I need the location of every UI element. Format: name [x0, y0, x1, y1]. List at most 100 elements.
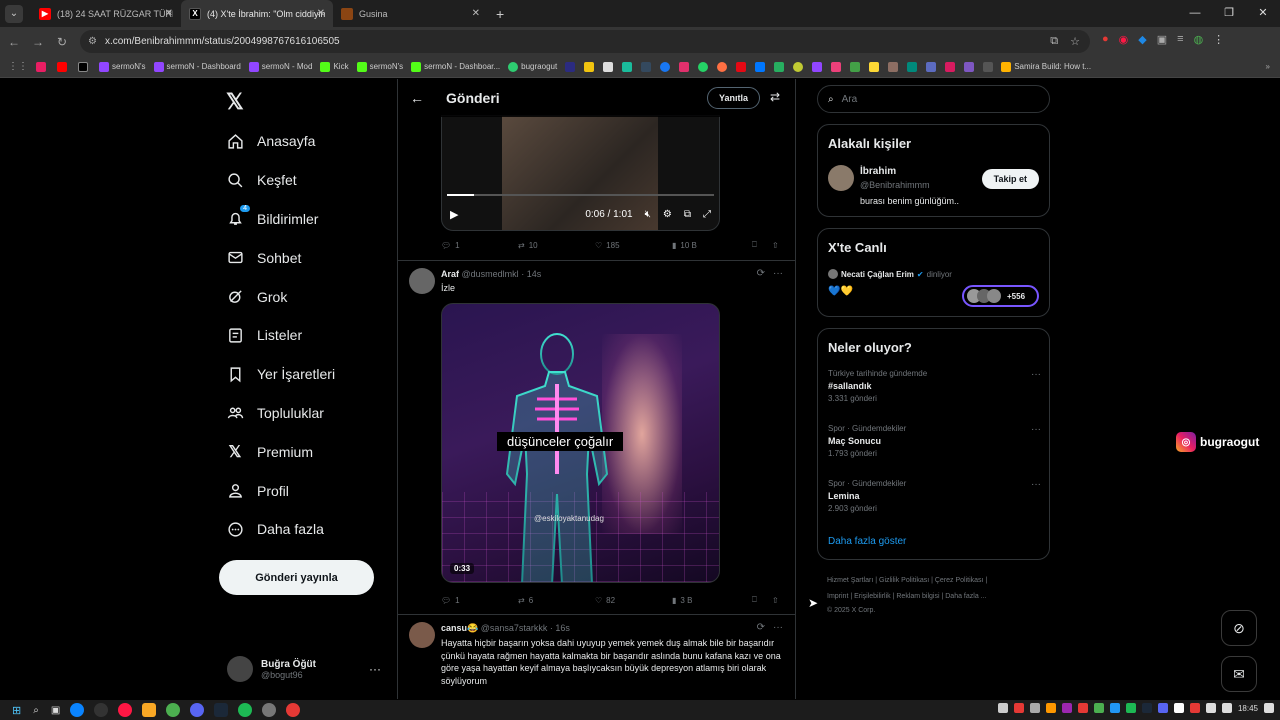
bookmark-item[interactable]: Samira Build: How t...	[1001, 61, 1091, 72]
headset-icon[interactable]	[997, 703, 1008, 713]
avatar[interactable]	[409, 622, 435, 648]
bookmark-icon[interactable]	[755, 61, 766, 72]
folder-icon[interactable]	[983, 61, 994, 72]
sidebar-item-communities[interactable]: Topluluklar	[226, 394, 335, 433]
close-icon[interactable]: ✕	[165, 8, 173, 19]
bookmark-icon[interactable]	[774, 61, 785, 72]
bookmark-icon[interactable]	[717, 61, 728, 72]
play-icon[interactable]: ▶	[450, 208, 458, 221]
media-icon[interactable]: ≡	[1177, 33, 1183, 46]
url-field[interactable]: ⚙ x.com/Benibrahimmm/status/200499876761…	[80, 30, 1090, 53]
volume-icon[interactable]	[1221, 703, 1232, 713]
bookmark-item[interactable]	[57, 61, 70, 72]
post[interactable]: cansu😂 @sansa7starkkk · 16s ⟳ ··· Hayatt…	[398, 615, 795, 699]
follow-button[interactable]: Takip et	[981, 169, 1039, 189]
bookmark-icon[interactable]	[812, 61, 823, 72]
bookmark-item[interactable]: sermoN's	[99, 61, 146, 72]
avatar[interactable]	[409, 268, 435, 294]
site-info-icon[interactable]: ⚙	[88, 36, 97, 47]
sidebar-item-explore[interactable]: Keşfet	[226, 161, 335, 200]
task-view-icon[interactable]: ▣	[51, 705, 60, 716]
browser-tab-x[interactable]: X (4) X'te İbrahim: "Olm ciddiyim ✕	[181, 0, 333, 27]
instagram-icon[interactable]	[679, 61, 690, 72]
tray-icon[interactable]	[1109, 703, 1120, 713]
bookmark-action[interactable]: ⎕	[752, 595, 772, 605]
video-player[interactable]: düşünceler çoğalır @eskiloyaktanudag 0:3…	[441, 303, 720, 583]
reply-action[interactable]: 💬︎ 1	[441, 241, 518, 250]
bookmark-item[interactable]: bugraogut	[508, 61, 557, 72]
more-options-icon[interactable]: ···	[773, 622, 783, 633]
back-arrow-icon[interactable]: ←	[410, 90, 424, 106]
bookmark-icon[interactable]	[831, 61, 842, 72]
grok-icon[interactable]: ⟳	[757, 622, 765, 633]
tray-icon[interactable]	[1013, 703, 1024, 713]
more-bookmarks-icon[interactable]: »	[1266, 62, 1270, 71]
bookmark-icon[interactable]	[907, 61, 918, 72]
grok-float-button[interactable]: ⊘	[1221, 610, 1257, 646]
apps-icon[interactable]: ⋮⋮	[8, 61, 28, 72]
bookmark-icon[interactable]	[793, 61, 804, 72]
grok-icon[interactable]: ⟳	[757, 268, 765, 279]
bookmark-icon[interactable]	[565, 61, 576, 72]
install-icon[interactable]: ⧉	[1050, 35, 1058, 48]
windows-start-icon[interactable]: ⊞	[12, 704, 21, 717]
pip-icon[interactable]: ⧉	[684, 209, 691, 220]
sidebar-item-grok[interactable]: Grok	[226, 277, 335, 316]
show-more-link[interactable]: Daha fazla göster	[828, 536, 906, 547]
views-action[interactable]: ▮ 10 B	[672, 241, 752, 250]
post-button[interactable]: Gönderi yayınla	[219, 560, 374, 595]
more-options-icon[interactable]: ···	[773, 268, 783, 279]
sidebar-item-bookmarks[interactable]: Yer İşaretleri	[226, 355, 335, 394]
related-user-name[interactable]: İbrahim	[860, 166, 896, 177]
whatsapp-icon[interactable]	[698, 61, 709, 72]
facebook-icon[interactable]	[660, 61, 671, 72]
author-handle[interactable]: @sansa7starkkk	[481, 623, 548, 633]
messages-float-button[interactable]: ✉	[1221, 656, 1257, 692]
tray-icon[interactable]	[1045, 703, 1056, 713]
puzzle-icon[interactable]: ▣	[1157, 33, 1167, 46]
bookmark-icon[interactable]	[888, 61, 899, 72]
tray-icon[interactable]	[1077, 703, 1088, 713]
sidebar-item-premium[interactable]: 𝕏 Premium	[226, 432, 335, 471]
sidebar-item-home[interactable]: Anasayfa	[226, 122, 335, 161]
close-window-button[interactable]: ✕	[1246, 0, 1280, 27]
views-action[interactable]: ▮ 3 B	[672, 596, 752, 605]
netflix-icon[interactable]	[736, 61, 747, 72]
sidebar-item-lists[interactable]: Listeler	[226, 316, 335, 355]
minimize-button[interactable]: —	[1178, 0, 1212, 27]
share-action[interactable]: ⇧	[772, 596, 779, 605]
spotify-icon[interactable]	[1125, 703, 1136, 713]
profile-icon[interactable]: ◍	[1194, 33, 1204, 46]
app-icon[interactable]	[94, 703, 109, 717]
opera-icon[interactable]: ◉	[1119, 33, 1129, 46]
star-icon[interactable]: ☆	[1070, 35, 1080, 48]
sidebar-item-more[interactable]: Daha fazla	[226, 510, 335, 549]
clock[interactable]: 18:45	[1238, 704, 1258, 713]
author-name[interactable]: cansu😂	[441, 623, 478, 633]
video-progress-bar[interactable]	[447, 194, 714, 196]
chrome-icon[interactable]	[166, 703, 181, 717]
tray-icon[interactable]	[1061, 703, 1072, 713]
x-logo-icon[interactable]: 𝕏	[226, 89, 244, 115]
video-player[interactable]: ▶ 0:06 / 1:01 🔇︎ ⚙ ⧉ ⤢	[441, 115, 720, 231]
mute-icon[interactable]: 🔇︎	[645, 209, 651, 220]
explorer-icon[interactable]	[142, 703, 157, 717]
more-options-icon[interactable]: ···	[369, 662, 381, 676]
like-action[interactable]: ♡ 82	[595, 596, 672, 605]
author-name[interactable]: Araf	[441, 269, 459, 279]
back-button[interactable]: ←	[2, 35, 26, 49]
fullscreen-icon[interactable]: ⤢	[703, 209, 711, 220]
discord-icon[interactable]	[1157, 703, 1168, 713]
steam-icon[interactable]	[641, 61, 652, 72]
menu-icon[interactable]: ⋮	[1213, 33, 1224, 46]
wifi-icon[interactable]	[1205, 703, 1216, 713]
edge-icon[interactable]	[70, 703, 85, 717]
footer-line[interactable]: Hizmet Şartları | Gizlilik Politikası | …	[827, 573, 1047, 589]
trend-item[interactable]: Türkiye tarihinde gündemde #sallandık 3.…	[828, 369, 1041, 403]
like-action[interactable]: ♡ 185	[595, 241, 672, 250]
sidebar-item-profile[interactable]: Profil	[226, 471, 335, 510]
notifications-icon[interactable]	[1264, 703, 1274, 713]
bookmark-item[interactable]: sermoN - Mod	[248, 61, 312, 72]
bookmark-icon[interactable]	[850, 61, 861, 72]
trend-item[interactable]: Spor · Gündemdekiler Maç Sonucu 1.793 gö…	[828, 424, 1041, 458]
